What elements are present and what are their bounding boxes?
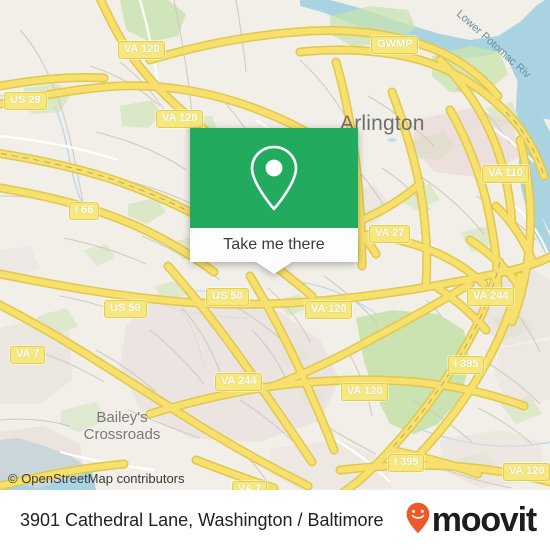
highway-shield-i-66[interactable]: I 66: [69, 202, 100, 220]
callout-header: [190, 128, 358, 228]
map-attribution[interactable]: © OpenStreetMap contributors: [8, 471, 185, 486]
footer-bar: 3901 Cathedral Lane, Washington / Baltim…: [0, 490, 550, 550]
moovit-wordmark: moovit: [431, 501, 537, 539]
highway-shield-i-395-north[interactable]: I 395: [448, 356, 485, 374]
callout-pointer-tail: [256, 262, 292, 274]
callout-action-row[interactable]: Take me there: [190, 228, 358, 262]
map-label-line-2: Crossroads: [83, 426, 161, 443]
highway-shield-va-120-lower[interactable]: VA 120: [341, 383, 389, 401]
highway-shield-i-395-south[interactable]: I 395: [388, 454, 425, 472]
highway-shield-va-120-mid[interactable]: VA 120: [156, 110, 204, 128]
moovit-smiley-pin-icon: [406, 502, 430, 539]
highway-shield-va-7-bottom[interactable]: VA 7: [232, 481, 268, 490]
highway-shield-va-120-south[interactable]: VA 120: [305, 301, 353, 319]
map-canvas[interactable]: Arlington Bailey's Crossroads Lower Poto…: [0, 0, 550, 490]
highway-shield-va-244-west[interactable]: VA 244: [215, 373, 263, 391]
map-pin-icon: [246, 143, 302, 213]
highway-shield-us-29[interactable]: US 29: [4, 92, 47, 110]
take-me-there-label: Take me there: [223, 236, 325, 253]
destination-callout[interactable]: Take me there: [190, 128, 358, 274]
map-label-line-1: Bailey's: [96, 409, 148, 426]
highway-shield-va-120-north[interactable]: VA 120: [118, 41, 166, 59]
moovit-map-screen: Arlington Bailey's Crossroads Lower Poto…: [0, 0, 550, 550]
highway-shield-va-110[interactable]: VA 110: [482, 165, 529, 183]
highway-shield-va-244-east[interactable]: VA 244: [467, 288, 515, 306]
highway-shield-va-27[interactable]: VA 27: [369, 225, 411, 243]
highway-shield-us-50-west[interactable]: US 50: [104, 300, 147, 318]
highway-shield-us-50-east[interactable]: US 50: [206, 288, 249, 306]
highway-shield-gwmp[interactable]: GWMP: [371, 36, 419, 54]
address-label: 3901 Cathedral Lane, Washington / Baltim…: [20, 509, 384, 530]
map-label-baileys-crossroads: Bailey's Crossroads: [62, 409, 182, 443]
moovit-logo[interactable]: moovit: [406, 501, 537, 539]
highway-shield-va-120-bottom[interactable]: VA 120: [503, 463, 550, 481]
highway-shield-va-7-west[interactable]: VA 7: [10, 346, 46, 364]
